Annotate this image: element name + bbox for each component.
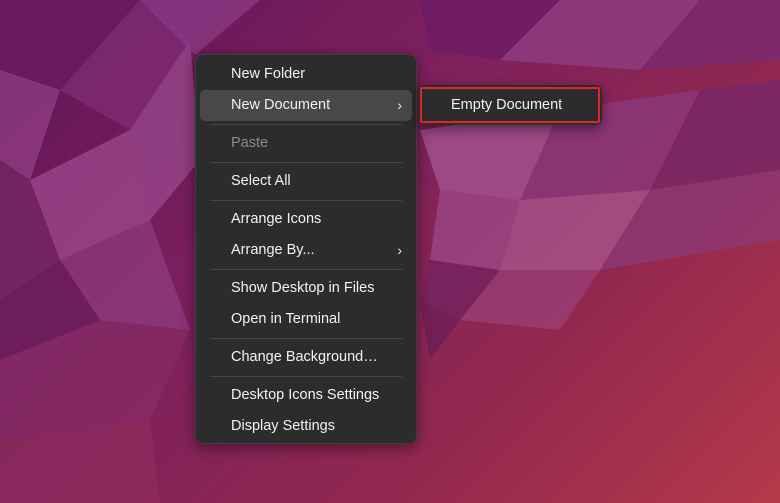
menu-separator [210, 200, 402, 201]
desktop-context-menu: New Folder New Document › Paste Select A… [195, 54, 417, 444]
menu-separator [210, 124, 402, 125]
menu-item-new-document[interactable]: New Document › [200, 90, 412, 121]
chevron-right-icon: › [397, 97, 402, 113]
menu-separator [210, 162, 402, 163]
menu-item-display-settings[interactable]: Display Settings [200, 411, 412, 442]
menu-item-arrange-icons[interactable]: Arrange Icons [200, 204, 412, 235]
selection-highlight [420, 87, 600, 123]
chevron-right-icon: › [397, 242, 402, 258]
menu-separator [210, 376, 402, 377]
menu-item-label: Arrange By... [231, 242, 315, 258]
menu-separator [210, 269, 402, 270]
menu-item-new-folder[interactable]: New Folder [200, 59, 412, 90]
new-document-submenu: Empty Document [418, 85, 602, 125]
menu-item-label: New Document [231, 97, 331, 113]
menu-item-change-background[interactable]: Change Background… [200, 342, 412, 373]
menu-item-show-desktop-in-files[interactable]: Show Desktop in Files [200, 273, 412, 304]
menu-item-select-all[interactable]: Select All [200, 166, 412, 197]
menu-separator [210, 338, 402, 339]
menu-item-arrange-by[interactable]: Arrange By... › [200, 235, 412, 266]
menu-item-paste[interactable]: Paste [200, 128, 412, 159]
menu-item-open-in-terminal[interactable]: Open in Terminal [200, 304, 412, 335]
menu-item-desktop-icons-settings[interactable]: Desktop Icons Settings [200, 380, 412, 411]
